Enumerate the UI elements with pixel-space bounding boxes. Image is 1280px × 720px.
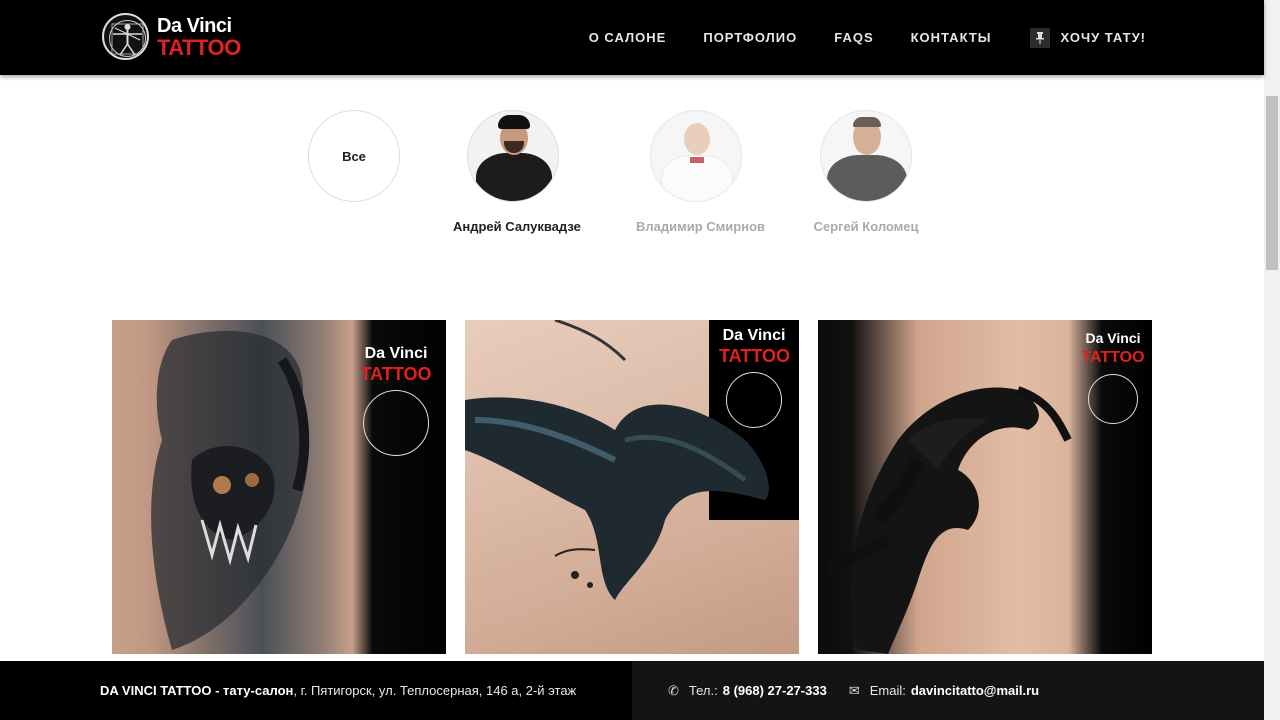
nav-portfolio[interactable]: ПОРТФОЛИО: [703, 30, 797, 45]
phone-icon: ✆: [668, 682, 679, 698]
filter-artist-name: Сергей Коломец: [813, 219, 919, 234]
filter-all-label: Все: [342, 148, 366, 164]
footer-phone[interactable]: 8 (968) 27-27-333: [723, 683, 827, 698]
page-scrollbar[interactable]: [1264, 0, 1280, 720]
tile-watermark-logo: Da Vinci TATTOO: [1078, 328, 1148, 424]
filter-artist-name: Андрей Салуквадзе: [453, 219, 581, 234]
page: Da Vinci TATTOO О САЛОНЕ ПОРТФОЛИО FAQS …: [0, 0, 1280, 720]
portfolio-gallery: Da Vinci TATTOO Da Vinci TATTOO Da Vinci…: [112, 320, 1152, 654]
vitruvian-man-icon: [726, 372, 782, 428]
scrollbar-thumb[interactable]: [1266, 96, 1278, 270]
filter-artist-smirnov[interactable]: Владимир Смирнов: [636, 110, 766, 234]
footer-address-text: , г. Пятигорск, ул. Теплосерная, 146 а, …: [293, 683, 577, 698]
footer-phone-label: Тел.:: [688, 683, 718, 698]
gallery-tile[interactable]: Da Vinci TATTOO: [465, 320, 799, 654]
nav-want-tattoo-button[interactable]: ХОЧУ ТАТУ!: [1029, 27, 1147, 48]
site-logo[interactable]: Da Vinci TATTOO: [102, 13, 241, 60]
filter-artist-salukvadze[interactable]: Андрей Салуквадзе: [453, 110, 581, 234]
gallery-tile[interactable]: Da Vinci TATTOO: [818, 320, 1152, 654]
footer-email-label: Email:: [869, 683, 906, 698]
nav-faqs[interactable]: FAQS: [834, 30, 873, 45]
filter-artist-name: Владимир Смирнов: [636, 219, 766, 234]
tile-watermark-logo: Da Vinci TATTOO: [356, 344, 436, 456]
nav-want-tattoo-label: ХОЧУ ТАТУ!: [1060, 30, 1146, 45]
avatar: [467, 110, 559, 202]
footer-contacts: ✆ Тел.: 8 (968) 27-27-333 ✉ Email: davin…: [632, 661, 1264, 720]
filter-artist-kolomets[interactable]: Сергей Коломец: [806, 110, 926, 234]
pushpin-icon: [1029, 27, 1050, 48]
logo-text-line1: Da Vinci: [157, 14, 232, 37]
site-footer: DA VINCI TATTOO - тату-салон , г. Пятиго…: [0, 661, 1264, 720]
footer-email[interactable]: davincitatto@mail.ru: [911, 683, 1039, 698]
vitruvian-man-icon: [102, 13, 149, 60]
vitruvian-man-icon: [363, 390, 429, 456]
filter-all[interactable]: Все: [294, 110, 414, 202]
footer-address: DA VINCI TATTOO - тату-салон , г. Пятиго…: [0, 661, 632, 720]
avatar: [650, 110, 742, 202]
site-header: Da Vinci TATTOO О САЛОНЕ ПОРТФОЛИО FAQS …: [0, 0, 1264, 75]
nav-about[interactable]: О САЛОНЕ: [589, 30, 667, 45]
gallery-tile[interactable]: Da Vinci TATTOO: [112, 320, 446, 654]
nav-contacts[interactable]: КОНТАКТЫ: [911, 30, 992, 45]
avatar: [820, 110, 912, 202]
artist-filter: Все Андрей Салуквадзе Владимир Смирнов С…: [0, 110, 1264, 250]
tile-watermark-logo: Da Vinci TATTOO: [719, 326, 790, 428]
vitruvian-man-icon: [1088, 374, 1138, 424]
main-nav: О САЛОНЕ ПОРТФОЛИО FAQS КОНТАКТЫ ХОЧУ ТА…: [552, 0, 1146, 75]
logo-text-line2: TATTOO: [157, 34, 241, 60]
footer-salon-name: DA VINCI TATTOO - тату-салон: [100, 683, 294, 698]
envelope-icon: ✉: [848, 682, 860, 698]
